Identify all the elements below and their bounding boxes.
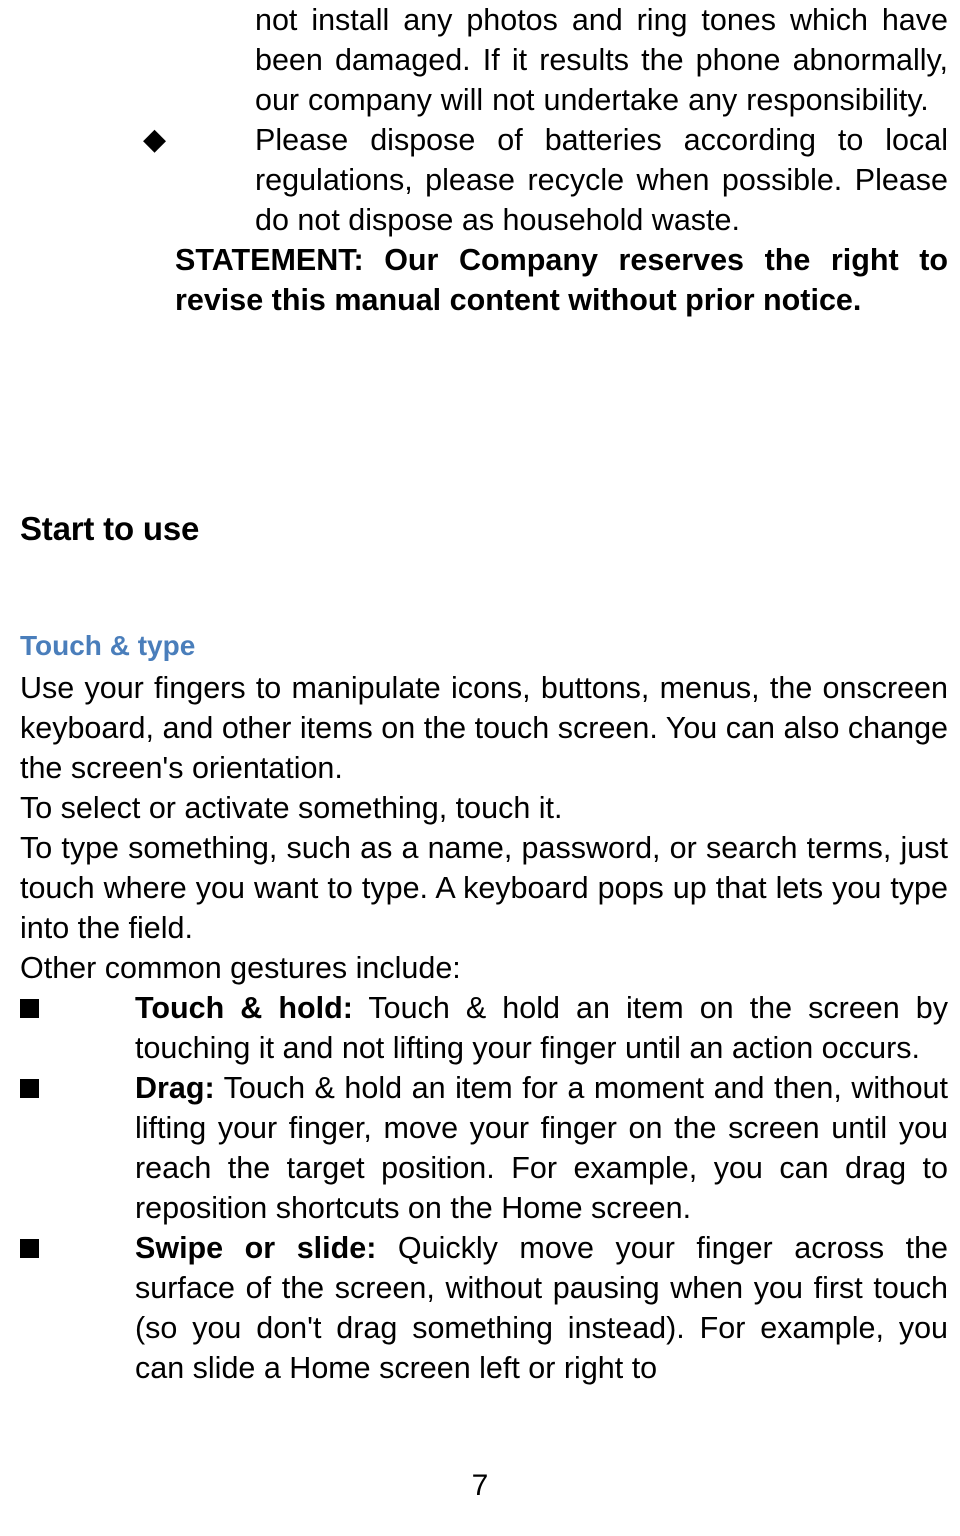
battery-disposal-bullet-item: ◆ Please dispose of batteries according … — [0, 120, 960, 240]
square-bullet-icon — [20, 1239, 39, 1258]
paragraph-type-something: To type something, such as a name, passw… — [20, 831, 948, 945]
list-item: Drag: Touch & hold an item for a moment … — [0, 1068, 960, 1228]
subsection-heading-touch-and-type: Touch & type — [20, 630, 196, 661]
square-bullet-icon — [20, 1079, 39, 1098]
gesture-term: Drag: — [135, 1071, 215, 1105]
start-to-use-section: Start to use Touch & type Use your finge… — [0, 508, 960, 1388]
gesture-description: Touch & hold an item for a moment and th… — [135, 1071, 948, 1225]
top-continuation-block: not install any photos and ring tones wh… — [0, 0, 960, 320]
diamond-bullet-icon: ◆ — [143, 123, 167, 156]
square-bullet-icon — [20, 999, 39, 1018]
statement-separator: : — [353, 243, 385, 277]
paragraph-other-gestures: Other common gestures include: — [20, 951, 461, 985]
document-page: not install any photos and ring tones wh… — [0, 0, 960, 1536]
page-title: Start to use — [20, 510, 200, 547]
list-item: Swipe or slide: Quickly move your finger… — [0, 1228, 960, 1388]
paragraph-manipulate-icons: Use your fingers to manipulate icons, bu… — [20, 671, 948, 785]
statement-label: STATEMENT — [175, 243, 354, 277]
page-number: 7 — [471, 1469, 489, 1502]
battery-disposal-text: Please dispose of batteries according to… — [255, 123, 948, 237]
gesture-term: Touch & hold: — [135, 991, 353, 1025]
paragraph-select-activate: To select or activate something, touch i… — [20, 791, 563, 825]
statement-paragraph: STATEMENT: Our Company reserves the righ… — [0, 240, 960, 320]
gesture-term: Swipe or slide: — [135, 1231, 377, 1265]
list-item: Touch & hold: Touch & hold an item on th… — [0, 988, 960, 1068]
gesture-list: Touch & hold: Touch & hold an item on th… — [0, 988, 960, 1388]
continuation-paragraph: not install any photos and ring tones wh… — [255, 3, 948, 117]
